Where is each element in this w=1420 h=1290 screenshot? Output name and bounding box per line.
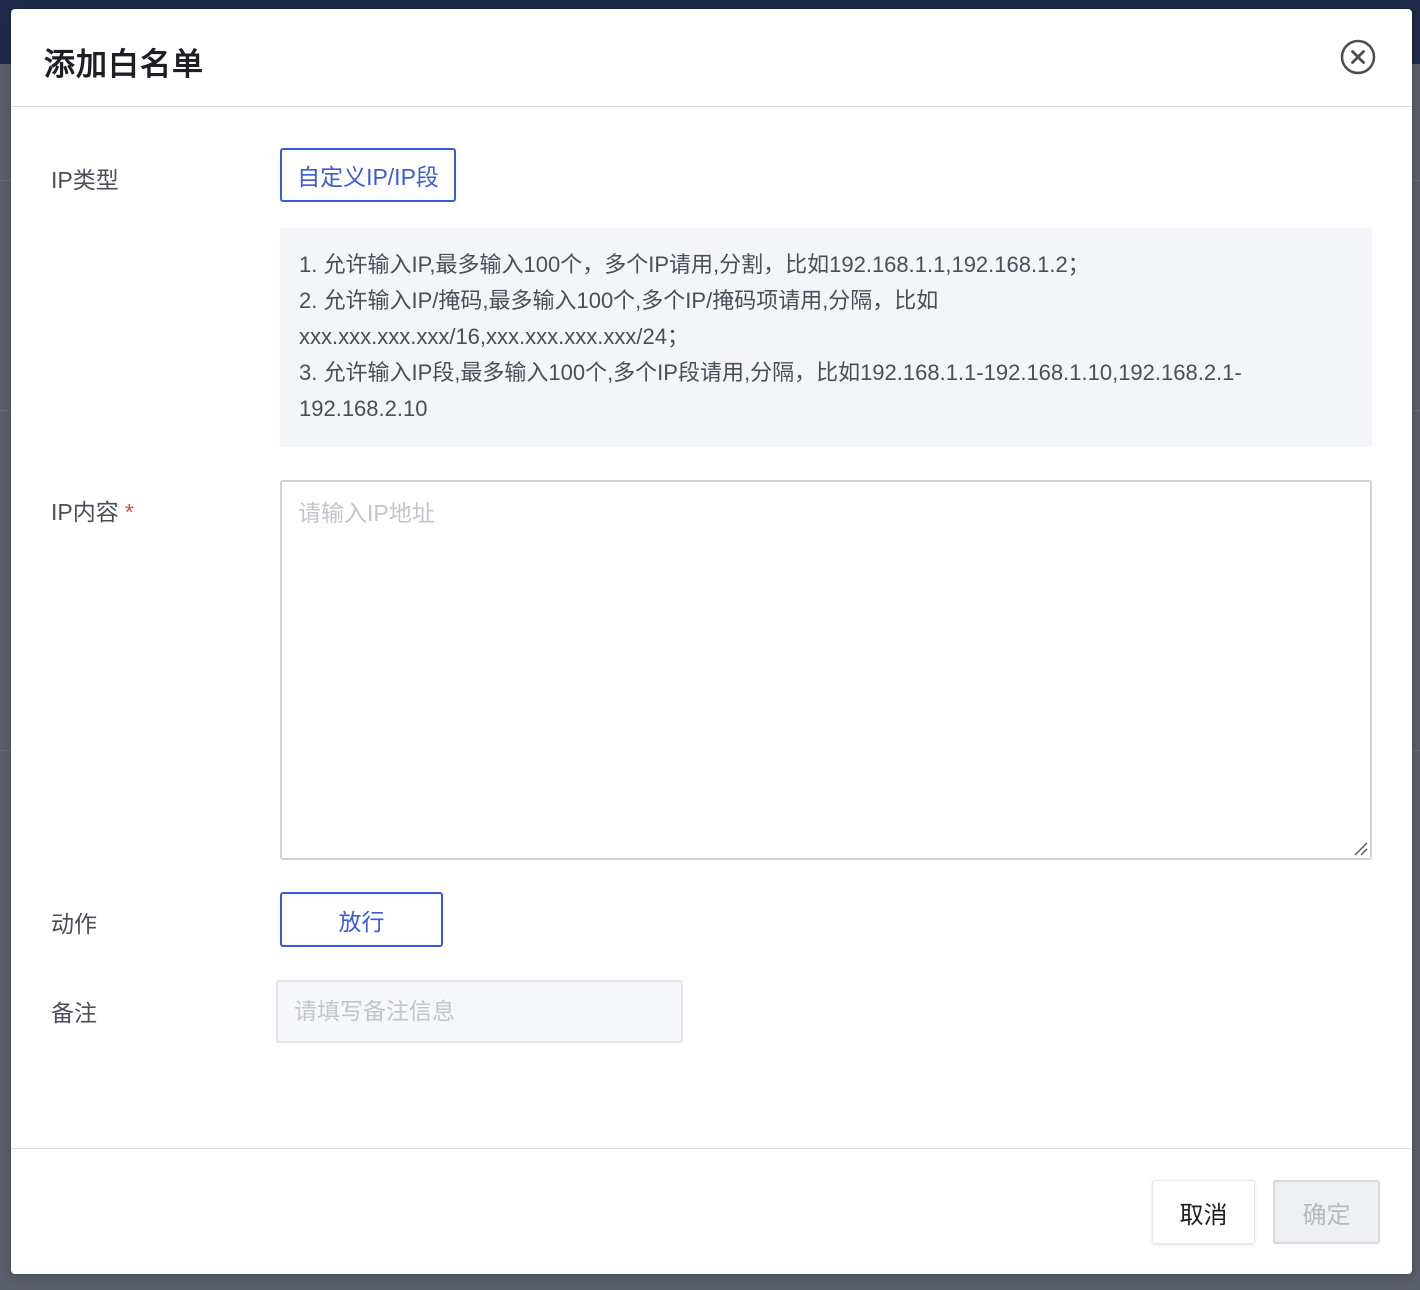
ip-type-label: IP类型 bbox=[51, 167, 119, 193]
remark-input[interactable] bbox=[276, 980, 683, 1043]
cancel-button[interactable]: 取消 bbox=[1152, 1180, 1255, 1244]
hint-line: xxx.xxx.xxx.xxx/16,xxx.xxx.xxx.xxx/24； bbox=[299, 324, 689, 349]
action-allow-button[interactable]: 放行 bbox=[280, 892, 443, 947]
resize-grip-icon[interactable] bbox=[1352, 840, 1368, 856]
hint-line: 192.168.2.10 bbox=[299, 396, 428, 421]
footer-divider bbox=[11, 1148, 1412, 1149]
ip-content-textarea[interactable] bbox=[280, 480, 1372, 860]
dialog-header: 添加白名单 bbox=[11, 9, 1412, 107]
confirm-button[interactable]: 确定 bbox=[1273, 1180, 1380, 1244]
required-mark: * bbox=[124, 499, 134, 525]
dialog-title: 添加白名单 bbox=[44, 47, 204, 82]
ip-content-label-text: IP内容 bbox=[51, 499, 119, 525]
hint-line: 3. 允许输入IP段,最多输入100个,多个IP段请用,分隔，比如192.168… bbox=[299, 360, 1242, 385]
ip-format-hint: 1. 允许输入IP,最多输入100个，多个IP请用,分割，比如192.168.1… bbox=[280, 228, 1372, 447]
ip-content-label: IP内容 * bbox=[51, 493, 134, 527]
ip-type-custom-button[interactable]: 自定义IP/IP段 bbox=[280, 148, 456, 202]
remark-label: 备注 bbox=[51, 1000, 97, 1026]
hint-line: 2. 允许输入IP/掩码,最多输入100个,多个IP/掩码项请用,分隔，比如 bbox=[299, 288, 939, 313]
close-button[interactable] bbox=[1340, 39, 1376, 75]
close-circle-icon bbox=[1340, 39, 1376, 75]
action-label: 动作 bbox=[51, 911, 97, 937]
add-whitelist-dialog: 添加白名单 IP类型 自定义IP/IP段 1. 允许输入IP,最多输入100个，… bbox=[11, 9, 1412, 1274]
hint-line: 1. 允许输入IP,最多输入100个，多个IP请用,分割，比如192.168.1… bbox=[299, 252, 1090, 277]
